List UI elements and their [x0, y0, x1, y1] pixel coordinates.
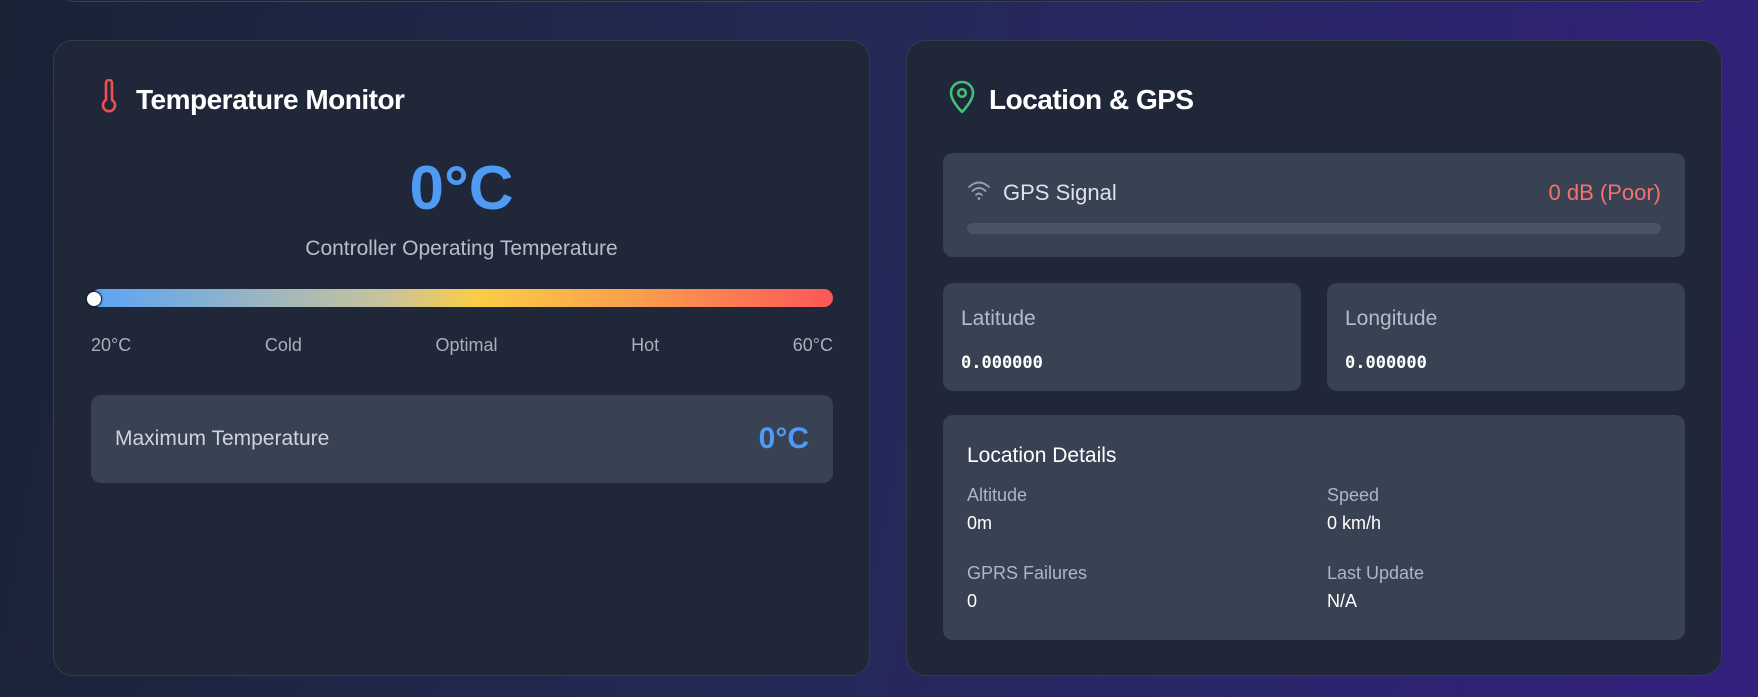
maximum-temperature-panel: Maximum Temperature 0°C: [91, 395, 833, 483]
detail-label: Speed: [1327, 485, 1380, 505]
maximum-temperature-value: 0°C: [758, 422, 809, 455]
detail-value: 0 km/h: [1327, 513, 1382, 533]
temperature-monitor-card: Temperature Monitor 0°C Controller Opera…: [53, 40, 870, 676]
gps-card-title: Location & GPS: [989, 83, 1194, 115]
latitude-label: Latitude: [961, 307, 1036, 330]
longitude-panel: Longitude 0.000000: [1327, 283, 1685, 391]
location-details-panel: Location Details Altitude 0m Speed 0 km/…: [943, 415, 1685, 640]
detail-label: GPRS Failures: [967, 563, 1088, 583]
latitude-value: 0.000000: [961, 353, 1043, 373]
scale-label-hot: Hot: [631, 335, 660, 355]
temperature-gauge-bar: [86, 289, 833, 307]
latitude-panel: Latitude 0.000000: [943, 283, 1301, 391]
scale-label-max: 60°C: [792, 335, 833, 355]
detail-altitude: Altitude 0m: [967, 485, 1027, 534]
location-gps-card: Location & GPS GPS Signal 0 dB (Poor) La…: [906, 40, 1722, 676]
maximum-temperature-label: Maximum Temperature: [115, 427, 330, 450]
gps-signal-panel: GPS Signal 0 dB (Poor): [943, 153, 1685, 257]
thermometer-icon: [94, 78, 124, 120]
current-temperature-value: 0°C: [409, 154, 514, 223]
temperature-gauge-marker: [86, 291, 102, 307]
detail-gprs-failures: GPRS Failures 0: [967, 563, 1087, 612]
map-pin-icon: [947, 79, 977, 120]
top-panel-edge: [60, 0, 1712, 2]
gps-signal-value: 0 dB (Poor): [1548, 179, 1662, 205]
gps-signal-label: GPS Signal: [1003, 179, 1117, 205]
temperature-card-header: Temperature Monitor: [94, 78, 405, 120]
scale-label-min: 20°C: [91, 335, 132, 355]
temperature-subtitle: Controller Operating Temperature: [305, 237, 618, 260]
gps-signal-bar: [967, 223, 1661, 234]
temperature-card-title: Temperature Monitor: [136, 83, 405, 115]
detail-label: Altitude: [967, 485, 1028, 505]
location-details-title: Location Details: [967, 444, 1117, 467]
wifi-signal-icon: [967, 179, 991, 206]
detail-last-update: Last Update N/A: [1327, 563, 1424, 612]
detail-value: 0m: [967, 513, 993, 533]
longitude-value: 0.000000: [1345, 353, 1427, 373]
gps-card-header: Location & GPS: [947, 79, 1194, 120]
temperature-scale: 20°C Cold Optimal Hot 60°C: [91, 335, 833, 356]
detail-speed: Speed 0 km/h: [1327, 485, 1381, 534]
scale-label-optimal: Optimal: [435, 335, 498, 355]
scale-label-cold: Cold: [264, 335, 302, 355]
detail-value: N/A: [1327, 591, 1358, 611]
longitude-label: Longitude: [1345, 307, 1438, 330]
detail-value: 0: [967, 591, 978, 611]
detail-label: Last Update: [1327, 563, 1425, 583]
